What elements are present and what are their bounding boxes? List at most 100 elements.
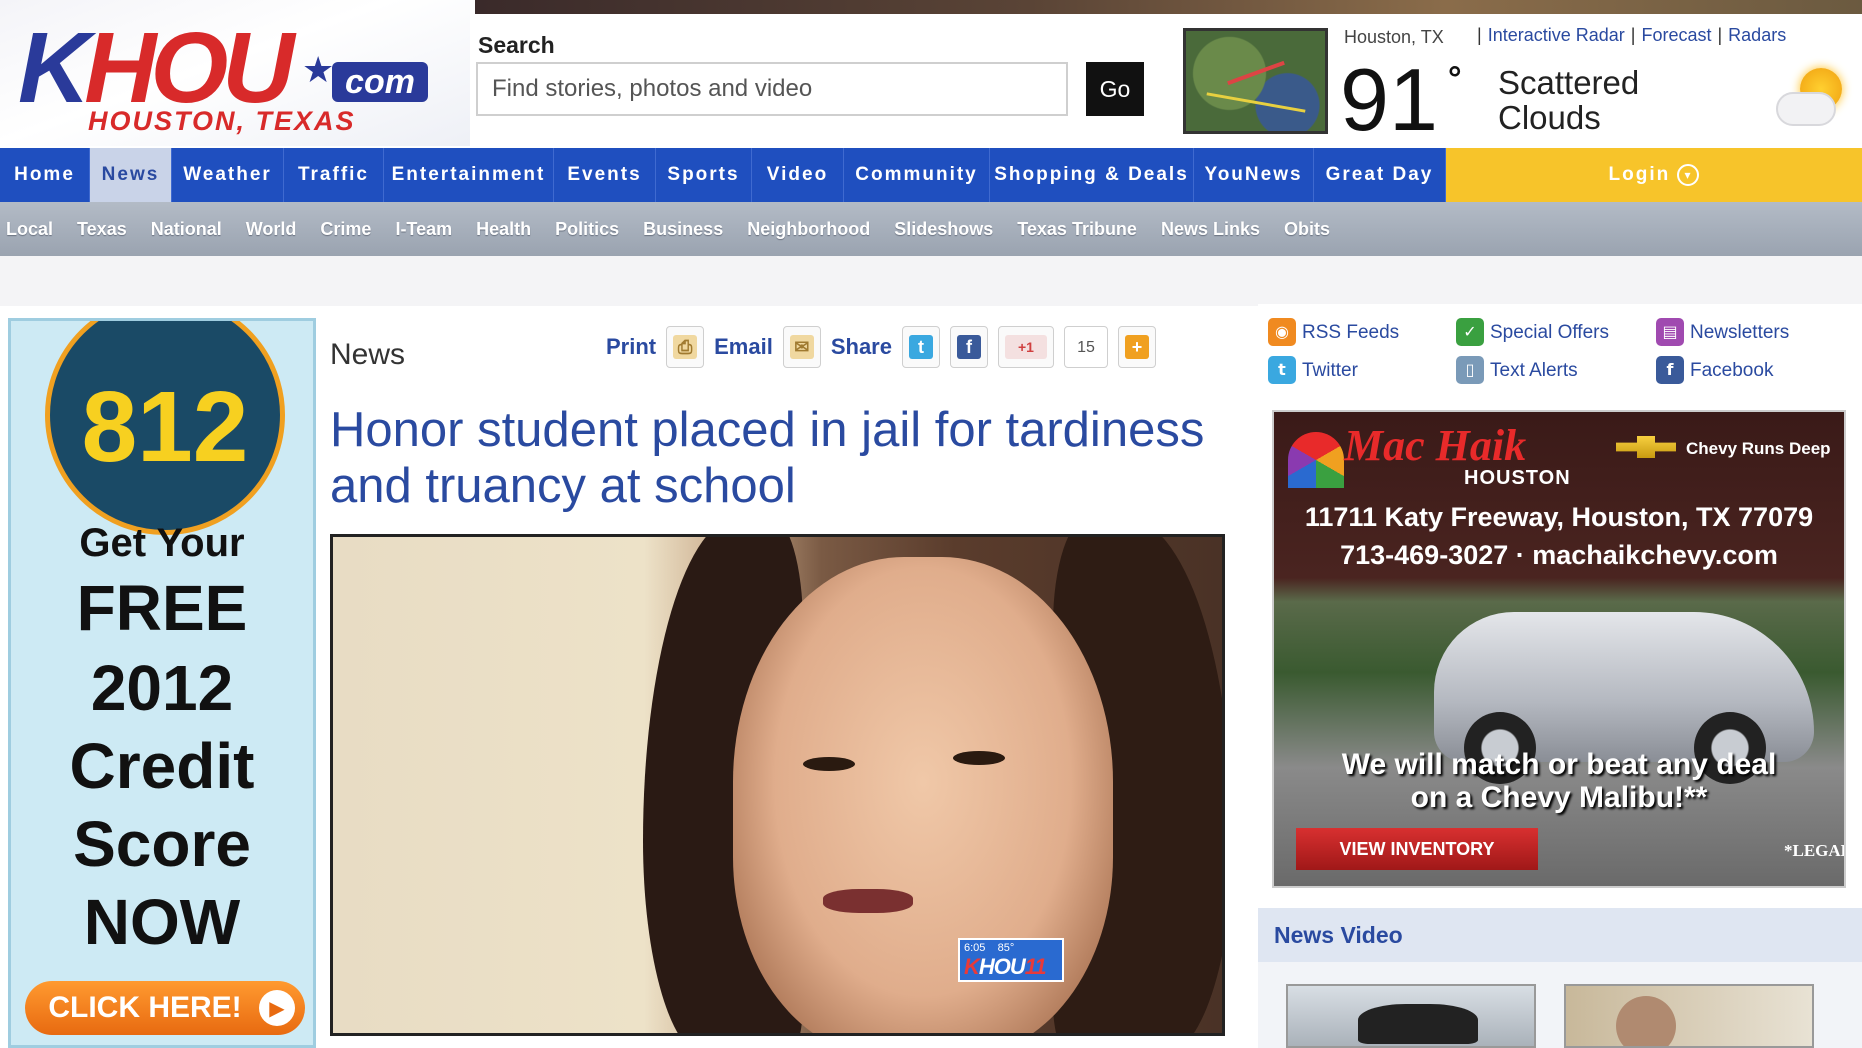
nav-item-video[interactable]: Video	[752, 148, 844, 202]
nav-item-younews[interactable]: YouNews	[1194, 148, 1314, 202]
twitter-link[interactable]: t Twitter	[1268, 356, 1358, 384]
weather-city: Houston, TX	[1344, 27, 1444, 47]
nav-item-home[interactable]: Home	[0, 148, 90, 202]
subnav-item-world[interactable]: World	[234, 202, 309, 256]
nav-item-great-day[interactable]: Great Day	[1314, 148, 1446, 202]
nav-item-sports[interactable]: Sports	[656, 148, 752, 202]
dealer-logo-icon	[1288, 432, 1344, 488]
phone-icon: ▯	[1456, 356, 1484, 384]
ad-deal-text: We will match or beat any deal on a Chevy…	[1341, 748, 1777, 814]
weather-links: | Interactive Radar | Forecast | Radars	[1477, 25, 1787, 45]
video-thumbnail[interactable]	[1564, 984, 1814, 1048]
forecast-link[interactable]: Forecast	[1641, 25, 1711, 45]
header: KHOU ★ com HOUSTON, TEXAS Search Find st…	[0, 0, 1862, 148]
section-label: News	[330, 338, 406, 371]
nav-item-traffic[interactable]: Traffic	[284, 148, 384, 202]
ad-score-number: 812	[81, 371, 249, 483]
play-arrow-icon: ▶	[259, 990, 295, 1026]
article-tools: Print ⎙ Email ✉ Share t f +1 15 +	[606, 326, 1166, 368]
article-photo[interactable]	[330, 534, 1225, 1036]
plus-one-count: 15	[1063, 326, 1108, 368]
ad-line: FREE	[76, 572, 248, 644]
nav-item-news[interactable]: News	[90, 148, 172, 202]
text-alerts-link[interactable]: ▯ Text Alerts	[1456, 356, 1578, 384]
star-icon: ★	[302, 50, 335, 91]
video-thumbnail[interactable]	[1286, 984, 1536, 1048]
facebook-share-icon[interactable]: f	[949, 326, 988, 368]
twitter-icon: t	[1268, 356, 1296, 384]
site-logo[interactable]: KHOU ★ com HOUSTON, TEXAS	[0, 0, 470, 146]
nav-item-weather[interactable]: Weather	[172, 148, 284, 202]
subnav-item-texas[interactable]: Texas	[65, 202, 139, 256]
view-inventory-button[interactable]: VIEW INVENTORY	[1296, 828, 1538, 870]
weather-condition: Scattered Clouds	[1498, 64, 1640, 136]
article-headline: Honor student placed in jail for tardine…	[330, 403, 1205, 514]
dealer-address: 11711 Katy Freeway, Houston, TX 77079	[1304, 502, 1814, 532]
news-video-module: News Video	[1258, 908, 1862, 1048]
google-plus-icon[interactable]: +1	[997, 326, 1054, 368]
newsletters-link[interactable]: ▤ Newsletters	[1656, 318, 1789, 346]
degree-symbol: °	[1448, 60, 1462, 98]
ad-line: 2012	[90, 652, 234, 724]
ad-line: Score	[73, 808, 251, 880]
subnav-item-politics[interactable]: Politics	[543, 202, 631, 256]
credit-score-ad[interactable]: 812 Get Your FREE 2012 Credit Score NOW …	[8, 318, 316, 1048]
nav-item-events[interactable]: Events	[554, 148, 656, 202]
nav-item-entertainment[interactable]: Entertainment	[384, 148, 554, 202]
check-icon: ✓	[1456, 318, 1484, 346]
dealer-phone: 713-469-3027 · machaikchevy.com	[1340, 540, 1778, 570]
subnav-item-i-team[interactable]: I-Team	[383, 202, 464, 256]
logo-dotcom: com	[332, 62, 428, 102]
subnav-item-neighborhood[interactable]: Neighborhood	[735, 202, 882, 256]
rss-feeds-link[interactable]: ◉ RSS Feeds	[1268, 318, 1399, 346]
page: KHOU ★ com HOUSTON, TEXAS Search Find st…	[0, 0, 1862, 1048]
twitter-share-icon[interactable]: t	[901, 326, 940, 368]
rss-icon: ◉	[1268, 318, 1296, 346]
radar-map-thumbnail[interactable]	[1183, 28, 1328, 134]
subnav-item-obits[interactable]: Obits	[1272, 202, 1342, 256]
interactive-radar-link[interactable]: Interactive Radar	[1488, 25, 1625, 45]
subnav-item-national[interactable]: National	[139, 202, 234, 256]
search-label: Search	[478, 32, 555, 58]
special-offers-link[interactable]: ✓ Special Offers	[1456, 318, 1609, 346]
facebook-link[interactable]: f Facebook	[1656, 356, 1773, 384]
subnav-item-news-links[interactable]: News Links	[1149, 202, 1272, 256]
search-input[interactable]: Find stories, photos and video	[476, 62, 1068, 116]
subnav-item-crime[interactable]: Crime	[308, 202, 383, 256]
nav-item-community[interactable]: Community	[844, 148, 990, 202]
radars-link[interactable]: Radars	[1728, 25, 1786, 45]
facebook-icon: f	[1656, 356, 1684, 384]
partly-cloudy-icon	[1772, 64, 1852, 134]
email-icon[interactable]: ✉	[782, 326, 821, 368]
legal-link[interactable]: *LEGAL	[1784, 842, 1844, 859]
chevron-down-icon: ▾	[1677, 163, 1700, 186]
subnav-item-texas-tribune[interactable]: Texas Tribune	[1005, 202, 1149, 256]
station-bug: 6:05 85° KHOU11	[958, 938, 1064, 982]
weather-temperature: 91	[1340, 50, 1438, 149]
logo-wordmark: KHOU	[18, 12, 294, 124]
ad-leaderboard-gap	[0, 256, 1862, 306]
print-icon[interactable]: ⎙	[666, 326, 705, 368]
login-button[interactable]: Login ▾	[1446, 148, 1862, 202]
dealer-slogan: Chevy Runs Deep	[1686, 439, 1831, 458]
nav-item-shopping-deals[interactable]: Shopping & Deals	[990, 148, 1194, 202]
logo-city: HOUSTON, TEXAS	[88, 106, 356, 136]
chevy-dealer-ad[interactable]: Mac Haik HOUSTON Chevy Runs Deep 11711 K…	[1272, 410, 1846, 888]
chevy-bowtie-icon	[1616, 436, 1676, 458]
ad-click-here-button[interactable]: CLICK HERE! ▶	[25, 981, 305, 1035]
subnav-item-business[interactable]: Business	[631, 202, 735, 256]
email-link[interactable]: Email	[714, 326, 773, 368]
search-go-button[interactable]: Go	[1086, 62, 1144, 116]
ad-line: Get Your	[79, 521, 245, 565]
dealer-city: HOUSTON	[1464, 467, 1571, 489]
share-label: Share	[830, 334, 892, 359]
news-video-title: News Video	[1258, 908, 1862, 962]
subnav-item-slideshows[interactable]: Slideshows	[882, 202, 1005, 256]
header-banner-strip	[475, 0, 1862, 14]
subnav-item-health[interactable]: Health	[464, 202, 543, 256]
newsletter-icon: ▤	[1656, 318, 1684, 346]
subnav-item-local[interactable]: Local	[0, 202, 65, 256]
print-link[interactable]: Print	[606, 326, 656, 368]
add-share-icon[interactable]: +	[1117, 326, 1156, 368]
ad-line: Credit	[69, 730, 255, 802]
